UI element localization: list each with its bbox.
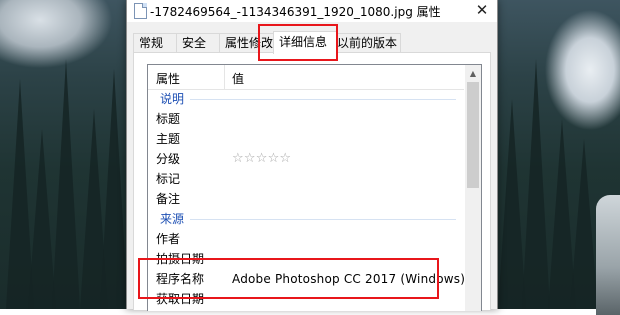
tree-silhouette bbox=[522, 59, 550, 309]
properties-dialog: -1782469564_-1134346391_1920_1080.jpg 属性… bbox=[126, 0, 498, 311]
column-divider[interactable] bbox=[224, 65, 225, 89]
property-name: 程序名称 bbox=[156, 272, 205, 286]
details-panel: 属性 值 说明 标题 主题 分级 ☆☆☆☆☆ 标记 备注 来源 作者 拍摄日期 … bbox=[133, 52, 491, 311]
group-label: 说明 bbox=[160, 92, 185, 106]
property-name: 标记 bbox=[156, 172, 181, 186]
property-row-rating[interactable]: 分级 ☆☆☆☆☆ bbox=[148, 149, 464, 169]
group-origin: 来源 bbox=[148, 209, 464, 229]
list-header: 属性 值 bbox=[148, 65, 464, 90]
property-name: 分级 bbox=[156, 152, 181, 166]
group-divider bbox=[190, 99, 456, 100]
property-name: 拍摄日期 bbox=[156, 252, 205, 266]
tab-attribute-edit[interactable]: 属性修改 bbox=[219, 33, 278, 53]
tab-security[interactable]: 安全 bbox=[176, 33, 220, 53]
car-silhouette bbox=[596, 195, 620, 315]
property-name: 备注 bbox=[156, 192, 181, 206]
property-row-comments[interactable]: 备注 bbox=[148, 189, 464, 209]
property-row-program-name[interactable]: 程序名称 Adobe Photoshop CC 2017 (Windows) bbox=[148, 269, 465, 289]
group-description: 说明 bbox=[148, 89, 464, 109]
tree-silhouette bbox=[570, 139, 598, 309]
property-row-title[interactable]: 标题 bbox=[148, 109, 464, 129]
tab-details[interactable]: 详细信息 bbox=[273, 31, 337, 54]
scroll-thumb[interactable] bbox=[467, 82, 479, 188]
group-divider bbox=[190, 219, 456, 220]
tree-silhouette bbox=[100, 69, 128, 309]
tree-silhouette bbox=[52, 59, 80, 309]
property-value[interactable]: Adobe Photoshop CC 2017 (Windows) bbox=[232, 269, 465, 289]
column-header-property[interactable]: 属性 bbox=[156, 70, 180, 87]
property-rows: 说明 标题 主题 分级 ☆☆☆☆☆ 标记 备注 来源 作者 拍摄日期 程序名称 … bbox=[148, 89, 465, 309]
close-icon[interactable]: ✕ bbox=[467, 0, 497, 22]
property-name: 主题 bbox=[156, 132, 181, 146]
title-bar[interactable]: -1782469564_-1134346391_1920_1080.jpg 属性… bbox=[127, 0, 497, 22]
group-label: 来源 bbox=[160, 212, 185, 226]
property-list[interactable]: 属性 值 说明 标题 主题 分级 ☆☆☆☆☆ 标记 备注 来源 作者 拍摄日期 … bbox=[147, 64, 482, 311]
file-icon bbox=[134, 3, 147, 19]
property-row-subject[interactable]: 主题 bbox=[148, 129, 464, 149]
scroll-up-arrow-icon[interactable]: ▲ bbox=[465, 65, 481, 82]
tab-strip: 常规 安全 属性修改 详细信息 以前的版本 bbox=[133, 31, 489, 54]
property-name: 标题 bbox=[156, 112, 181, 126]
tab-previous-versions[interactable]: 以前的版本 bbox=[331, 33, 401, 53]
column-header-value[interactable]: 值 bbox=[232, 70, 244, 87]
tab-general[interactable]: 常规 bbox=[133, 33, 177, 53]
window-title: -1782469564_-1134346391_1920_1080.jpg 属性 bbox=[150, 5, 441, 19]
property-row-authors[interactable]: 作者 bbox=[148, 229, 464, 249]
vertical-scrollbar[interactable]: ▲ bbox=[465, 65, 481, 311]
property-row-tags[interactable]: 标记 bbox=[148, 169, 464, 189]
property-name: 作者 bbox=[156, 232, 181, 246]
property-row-date-acquired[interactable]: 获取日期 bbox=[148, 289, 464, 309]
rating-stars[interactable]: ☆☆☆☆☆ bbox=[232, 149, 291, 169]
property-row-date-taken[interactable]: 拍摄日期 bbox=[148, 249, 464, 269]
property-name: 获取日期 bbox=[156, 292, 205, 306]
